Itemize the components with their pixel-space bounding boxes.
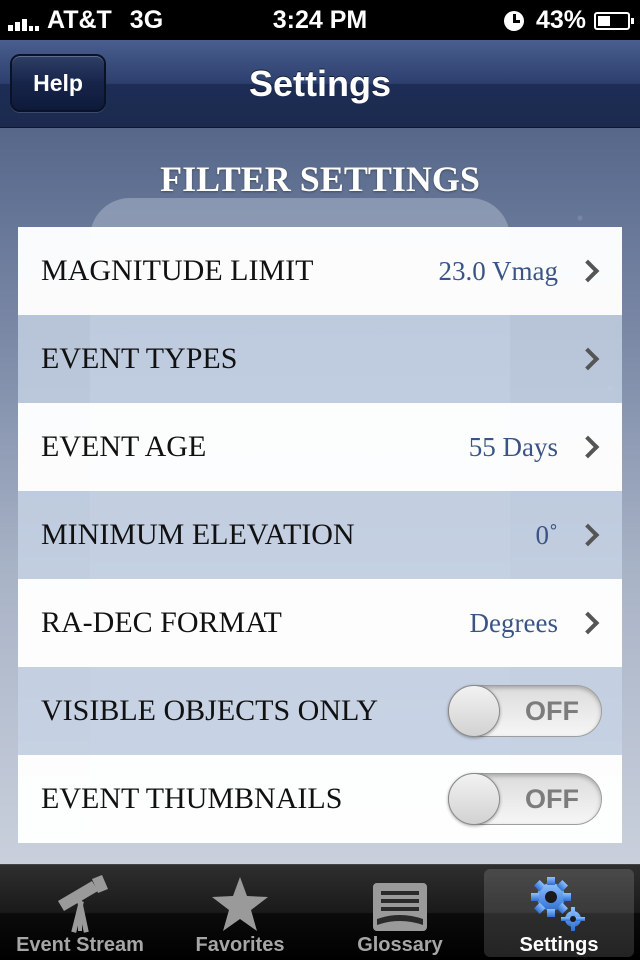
tab-label: Favorites xyxy=(195,934,285,956)
clock-icon xyxy=(503,10,524,31)
event-thumbnails-toggle[interactable]: OFF xyxy=(448,773,602,825)
chevron-right-icon xyxy=(576,435,600,459)
telescope-icon xyxy=(52,875,108,938)
section-title: FILTER SETTINGS xyxy=(160,159,480,199)
status-right: 43% xyxy=(503,6,634,35)
toggle-state: OFF xyxy=(525,696,579,726)
tab-bar: Event Stream Favorites Glossary Settings xyxy=(0,864,640,960)
tab-favorites[interactable]: Favorites xyxy=(165,865,315,960)
tab-label: Event Stream xyxy=(16,934,144,956)
chevron-right-icon xyxy=(576,611,600,635)
row-value: 23.0 Vmag xyxy=(438,255,559,286)
row-value: 55 Days xyxy=(468,431,558,462)
battery-icon xyxy=(594,11,634,30)
row-label: EVENT AGE xyxy=(41,430,207,463)
status-bar: AT&T 3G 3:24 PM 43% xyxy=(0,0,640,40)
tab-settings[interactable]: Settings xyxy=(484,869,634,957)
chevron-right-icon xyxy=(576,523,600,547)
chevron-right-icon xyxy=(576,347,600,371)
tab-glossary[interactable]: Glossary xyxy=(325,865,475,960)
row-value: Degrees xyxy=(469,607,558,638)
visible-objects-only-toggle[interactable]: OFF xyxy=(448,685,602,737)
gears-icon xyxy=(529,875,589,938)
chevron-right-icon xyxy=(576,259,600,283)
row-label: EVENT THUMBNAILS xyxy=(41,782,343,815)
row-label: MINIMUM ELEVATION xyxy=(41,518,355,551)
row-value: 0˚ xyxy=(535,519,559,550)
settings-list: MAGNITUDE LIMIT 23.0 Vmag EVENT TYPES EV… xyxy=(18,227,622,843)
settings-content: FILTER SETTINGS MAGNITUDE LIMIT 23.0 Vma… xyxy=(0,128,640,864)
row-label: EVENT TYPES xyxy=(41,342,238,375)
navigation-bar: Settings Help xyxy=(0,40,640,128)
toggle-knob xyxy=(448,773,500,825)
visible-objects-only-row: VISIBLE OBJECTS ONLY OFF xyxy=(18,667,622,755)
ra-dec-format-row[interactable]: RA-DEC FORMAT Degrees xyxy=(18,579,622,667)
toggle-knob xyxy=(448,685,500,737)
tab-label: Glossary xyxy=(357,934,443,956)
book-icon xyxy=(371,875,429,938)
event-age-row[interactable]: EVENT AGE 55 Days xyxy=(18,403,622,491)
tab-label: Settings xyxy=(519,934,599,956)
magnitude-limit-row[interactable]: MAGNITUDE LIMIT 23.0 Vmag xyxy=(18,227,622,315)
row-label: VISIBLE OBJECTS ONLY xyxy=(41,694,379,727)
minimum-elevation-row[interactable]: MINIMUM ELEVATION 0˚ xyxy=(18,491,622,579)
row-label: MAGNITUDE LIMIT xyxy=(41,254,314,287)
help-button[interactable]: Help xyxy=(10,54,106,112)
toggle-state: OFF xyxy=(525,784,579,814)
event-types-row[interactable]: EVENT TYPES xyxy=(18,315,622,403)
event-thumbnails-row: EVENT THUMBNAILS OFF xyxy=(18,755,622,843)
row-label: RA-DEC FORMAT xyxy=(41,606,282,639)
battery-percent: 43% xyxy=(535,6,586,34)
tab-event-stream[interactable]: Event Stream xyxy=(5,865,155,960)
star-icon xyxy=(210,875,270,938)
